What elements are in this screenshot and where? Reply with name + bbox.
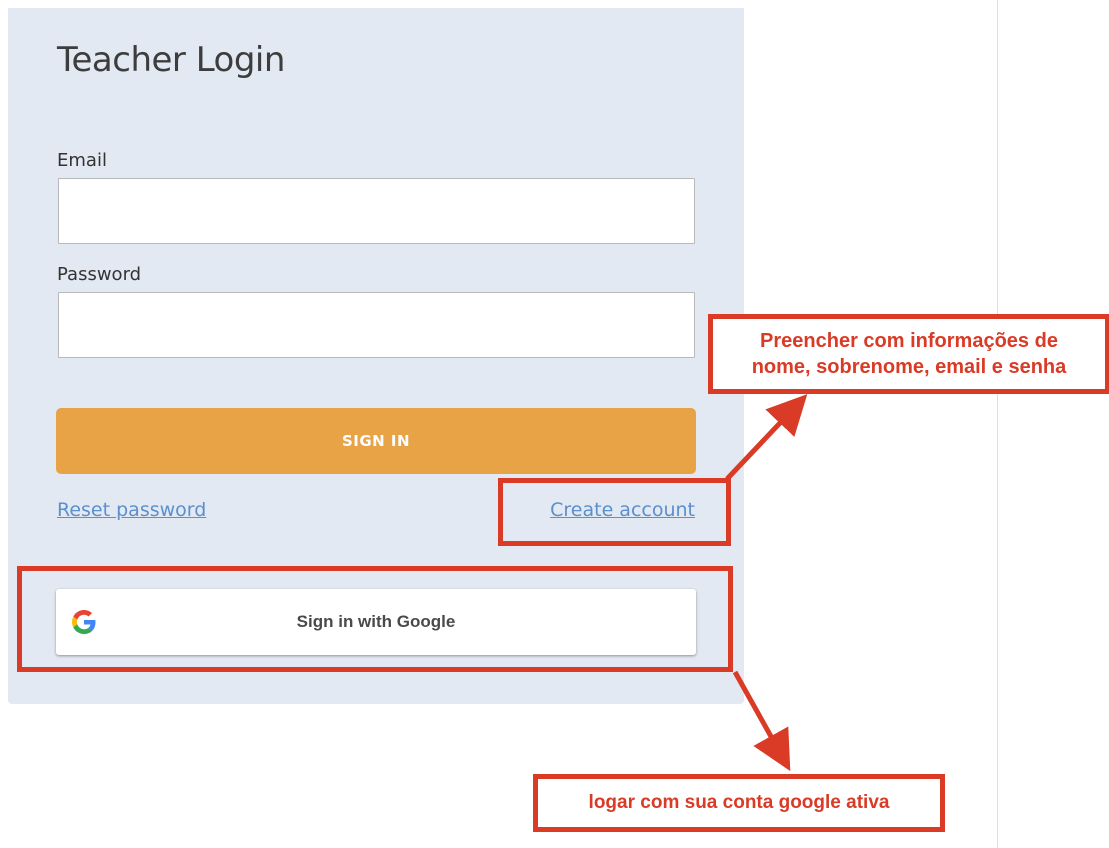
- page: Teacher Login Email Password SIGN IN Res…: [0, 0, 1109, 848]
- google-button-highlight: [17, 566, 733, 672]
- create-note-line-2: nome, sobrenome, email e senha: [751, 356, 1067, 378]
- page-title: Teacher Login: [57, 40, 285, 80]
- google-annotation: logar com sua conta google ativa: [533, 774, 945, 832]
- create-note-line-1: Preencher com informações de: [760, 330, 1058, 352]
- sign-in-button[interactable]: SIGN IN: [56, 408, 696, 474]
- reset-password-link[interactable]: Reset password: [57, 499, 206, 521]
- password-field[interactable]: [58, 292, 695, 358]
- vertical-divider: [997, 0, 998, 848]
- email-field[interactable]: [58, 178, 695, 244]
- create-account-highlight: [498, 478, 731, 546]
- create-account-annotation: Preencher com informações de nome, sobre…: [708, 314, 1109, 394]
- email-label: Email: [57, 150, 107, 171]
- password-label: Password: [57, 264, 142, 285]
